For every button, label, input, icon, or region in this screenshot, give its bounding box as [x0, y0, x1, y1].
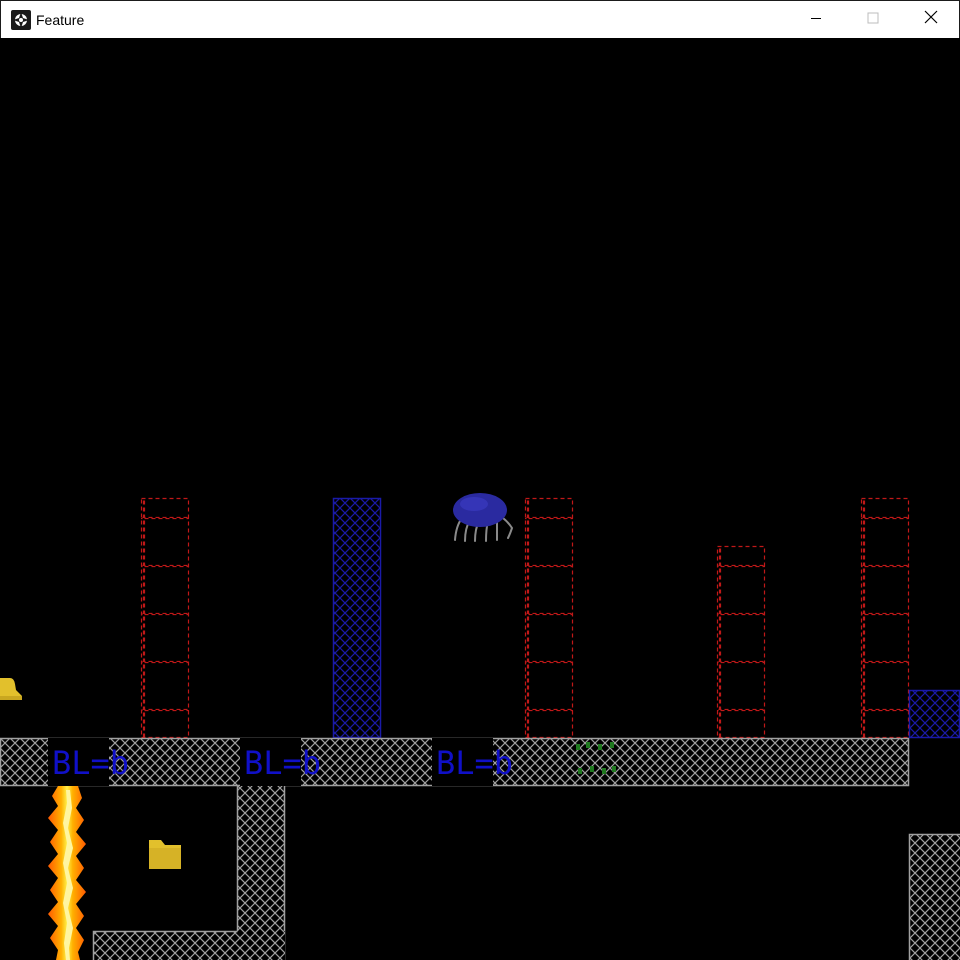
- blue-mesh-pillar: [332, 497, 382, 739]
- game-window: Feature BL=b BL=b BL=b: [0, 0, 960, 960]
- title-bar[interactable]: Feature: [0, 0, 960, 38]
- blob-tile-text: BL=b: [436, 744, 513, 782]
- game-scene: BL=b BL=b BL=b: [0, 493, 960, 960]
- close-icon: [924, 10, 938, 29]
- fire-column: [48, 786, 86, 960]
- blob-tile-text: BL=b: [52, 744, 129, 782]
- maximize-button[interactable]: [844, 1, 902, 38]
- stone-wall-right: [908, 833, 960, 960]
- red-dashed-tower: [716, 545, 766, 739]
- close-button[interactable]: [902, 1, 960, 38]
- window-title: Feature: [36, 12, 85, 28]
- game-canvas[interactable]: BL=b BL=b BL=b: [0, 38, 960, 960]
- red-dashed-tower: [140, 497, 190, 739]
- bell-icon: [0, 678, 22, 700]
- maximize-icon: [867, 11, 879, 29]
- folder-icon[interactable]: [149, 840, 181, 869]
- stone-ledge: [92, 930, 285, 960]
- red-dashed-tower: [860, 497, 910, 739]
- minimize-icon: [810, 11, 822, 29]
- red-dashed-tower: [524, 497, 574, 739]
- blue-mesh-block: [908, 689, 960, 739]
- minimize-button[interactable]: [787, 1, 845, 38]
- blob-tile-text: BL=b: [244, 744, 321, 782]
- spider-enemy: [453, 493, 514, 542]
- game-logo-icon: [10, 9, 32, 31]
